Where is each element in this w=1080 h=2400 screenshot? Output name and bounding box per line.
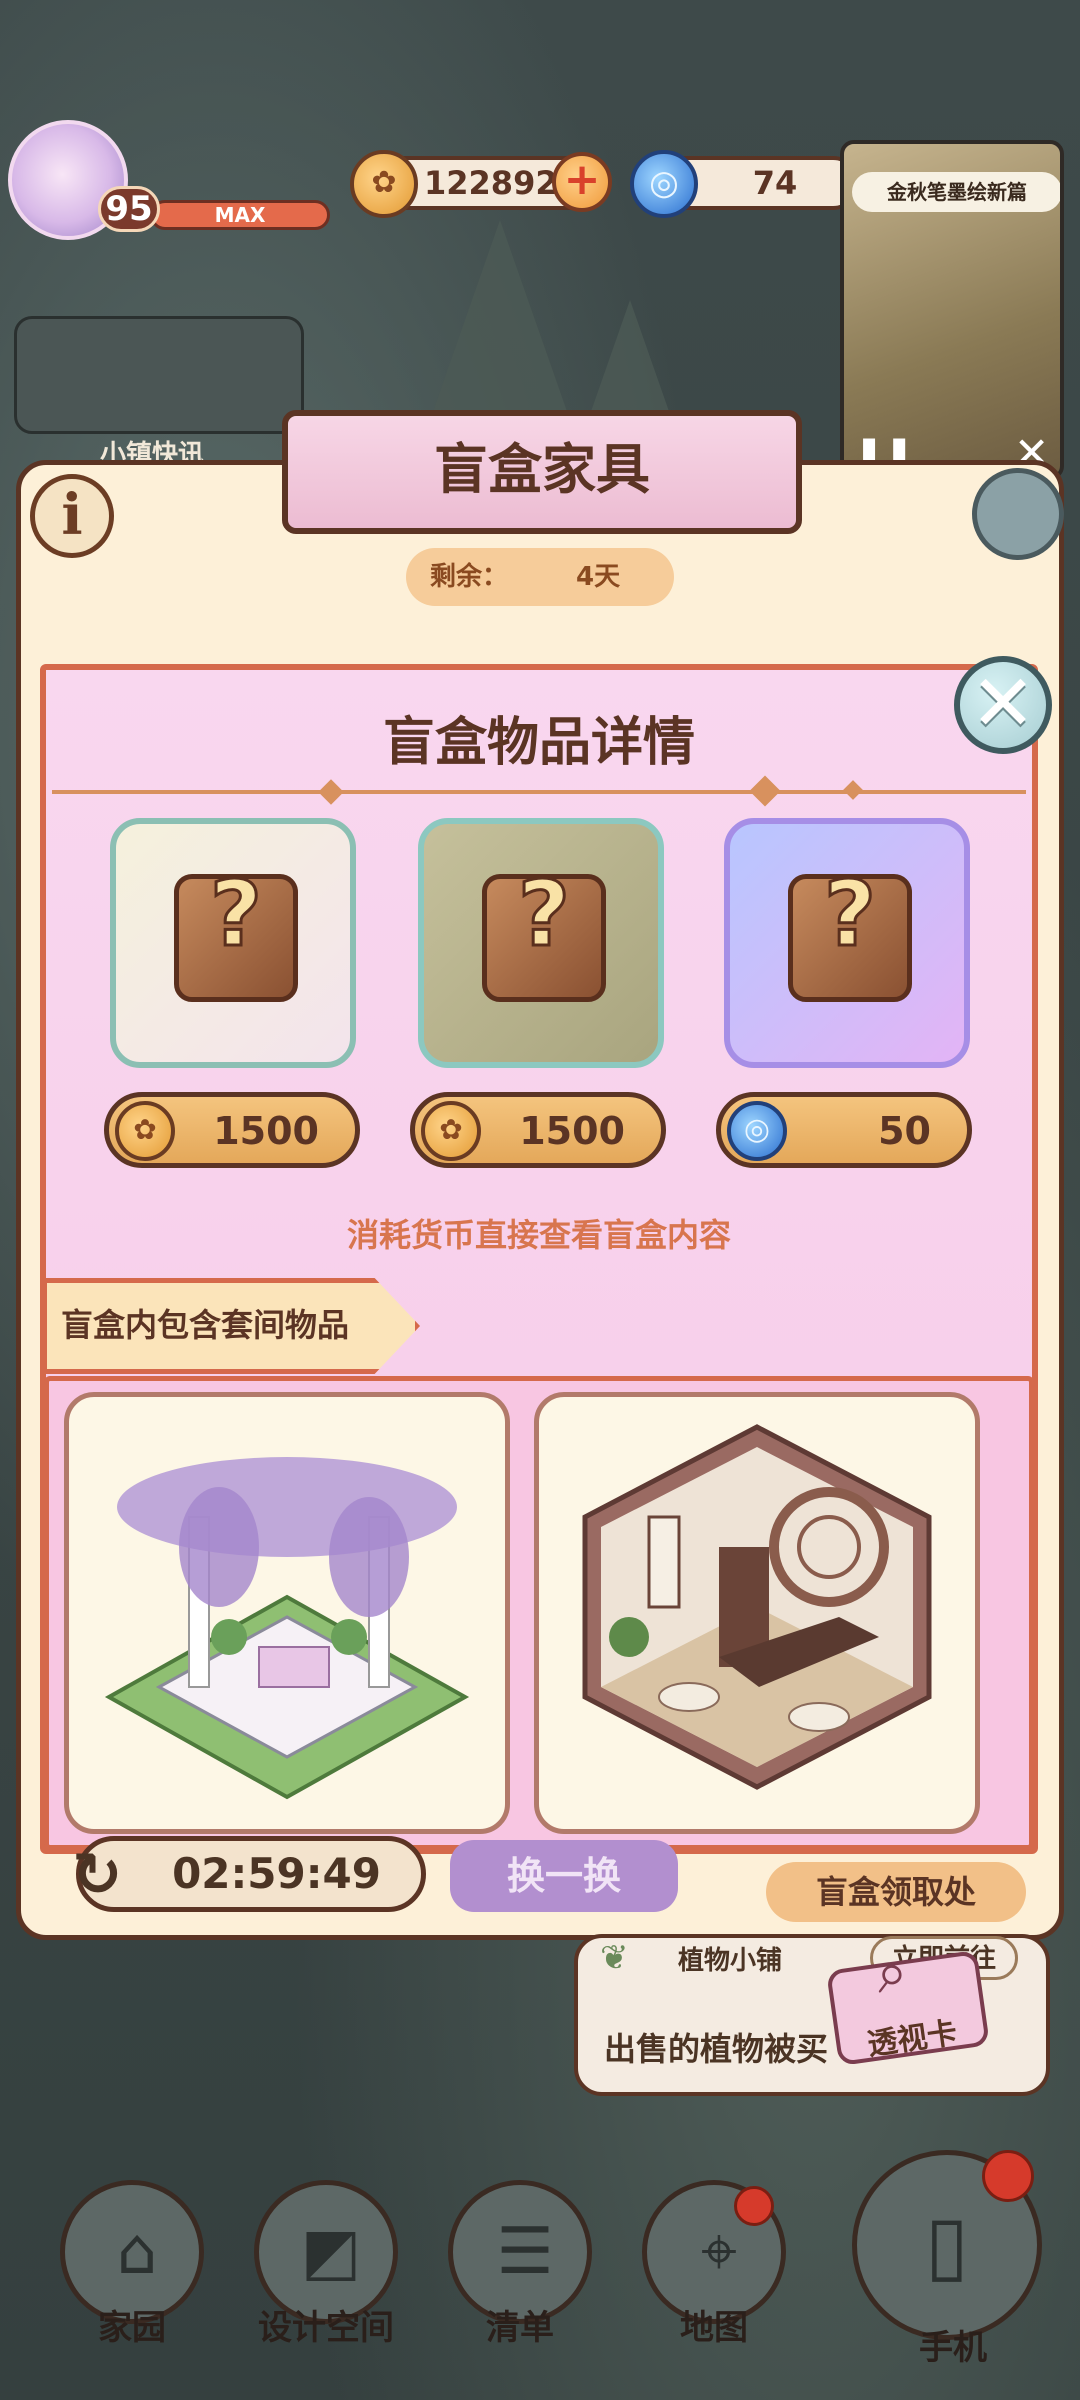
mystery-box-card[interactable]: ? <box>724 818 970 1068</box>
remaining-label: 剩余： <box>430 562 509 592</box>
swap-button[interactable]: 换一换 <box>450 1840 678 1912</box>
info-button[interactable]: i <box>30 474 114 558</box>
notification-dot <box>982 2150 1034 2202</box>
garden-room-illustration <box>104 1457 470 1800</box>
coin-icon: ✿ <box>421 1101 481 1161</box>
suite-item-card[interactable] <box>64 1392 510 1834</box>
modal-title: 盲盒物品详情 <box>382 713 695 773</box>
preview-title: 金秋笔墨绘新篇 <box>852 172 1060 212</box>
ruler-icon: ◩ <box>300 2215 362 2289</box>
news-thumbnail[interactable] <box>14 316 304 434</box>
level-badge: 95 <box>98 186 160 232</box>
gem-amount: 74 <box>752 164 798 202</box>
price-value: 50 <box>878 1109 931 1153</box>
gem-icon: ◎ <box>630 150 698 218</box>
hint-text: 消耗货币直接查看盲盒内容 <box>346 1216 731 1254</box>
experience-bar: MAX <box>150 200 330 230</box>
notice-message: 出售的植物被买 <box>604 2030 829 2068</box>
clock-icon: ↻ <box>72 1840 123 1910</box>
question-mark-icon: ? <box>822 861 877 969</box>
remaining-value: 4天 <box>576 562 621 592</box>
coin-icon: ✿ <box>350 150 418 218</box>
timer-value: 02:59:49 <box>172 1849 381 1898</box>
modal-close-button[interactable]: ✕ <box>954 656 1052 754</box>
gem-price-button[interactable]: ◎ 50 <box>716 1092 972 1168</box>
coin-price-button[interactable]: ✿ 1500 <box>104 1092 360 1168</box>
refresh-timer: 02:59:49 <box>76 1836 426 1912</box>
price-value: 1500 <box>213 1109 319 1153</box>
tree-decoration <box>430 220 570 420</box>
board-close-button[interactable] <box>972 468 1064 560</box>
remaining-time-badge: 剩余： 4天 <box>406 548 674 606</box>
pickup-button[interactable]: 盲盒领取处 <box>766 1862 1026 1922</box>
board-title: 盲盒家具 <box>282 410 802 534</box>
gem-icon: ◎ <box>727 1101 787 1161</box>
add-coins-button[interactable]: + <box>552 152 612 212</box>
title-divider <box>52 790 1026 794</box>
notification-dot <box>734 2186 774 2226</box>
notice-shop-name: 植物小铺 <box>678 1946 783 1976</box>
house-icon: ⌂ <box>116 2215 158 2289</box>
nav-home-label: 家园 <box>98 2308 166 2348</box>
leaf-icon: ❦ <box>600 1938 629 1978</box>
coin-price-button[interactable]: ✿ 1500 <box>410 1092 666 1168</box>
list-icon: ☰ <box>496 2215 554 2289</box>
nav-list-label: 清单 <box>486 2308 554 2348</box>
nav-map-label: 地图 <box>680 2308 748 2348</box>
section-tag: 盲盒内包含套间物品 <box>42 1278 420 1374</box>
question-mark-icon: ? <box>208 861 263 969</box>
nav-phone-label: 手机 <box>919 2328 987 2368</box>
mystery-box-card[interactable]: ? <box>418 818 664 1068</box>
price-value: 1500 <box>519 1109 625 1153</box>
floating-preview-window[interactable]: 金秋笔墨绘新篇 ❚❚ ✕ <box>840 140 1064 480</box>
chinese-study-room-illustration <box>582 1424 932 1790</box>
question-mark-icon: ? <box>516 861 571 969</box>
coin-icon: ✿ <box>115 1101 175 1161</box>
level-status: MAX <box>214 203 266 227</box>
suite-item-card[interactable] <box>534 1392 980 1834</box>
nav-design-label: 设计空间 <box>258 2308 394 2348</box>
mystery-box-card[interactable]: ? <box>110 818 356 1068</box>
